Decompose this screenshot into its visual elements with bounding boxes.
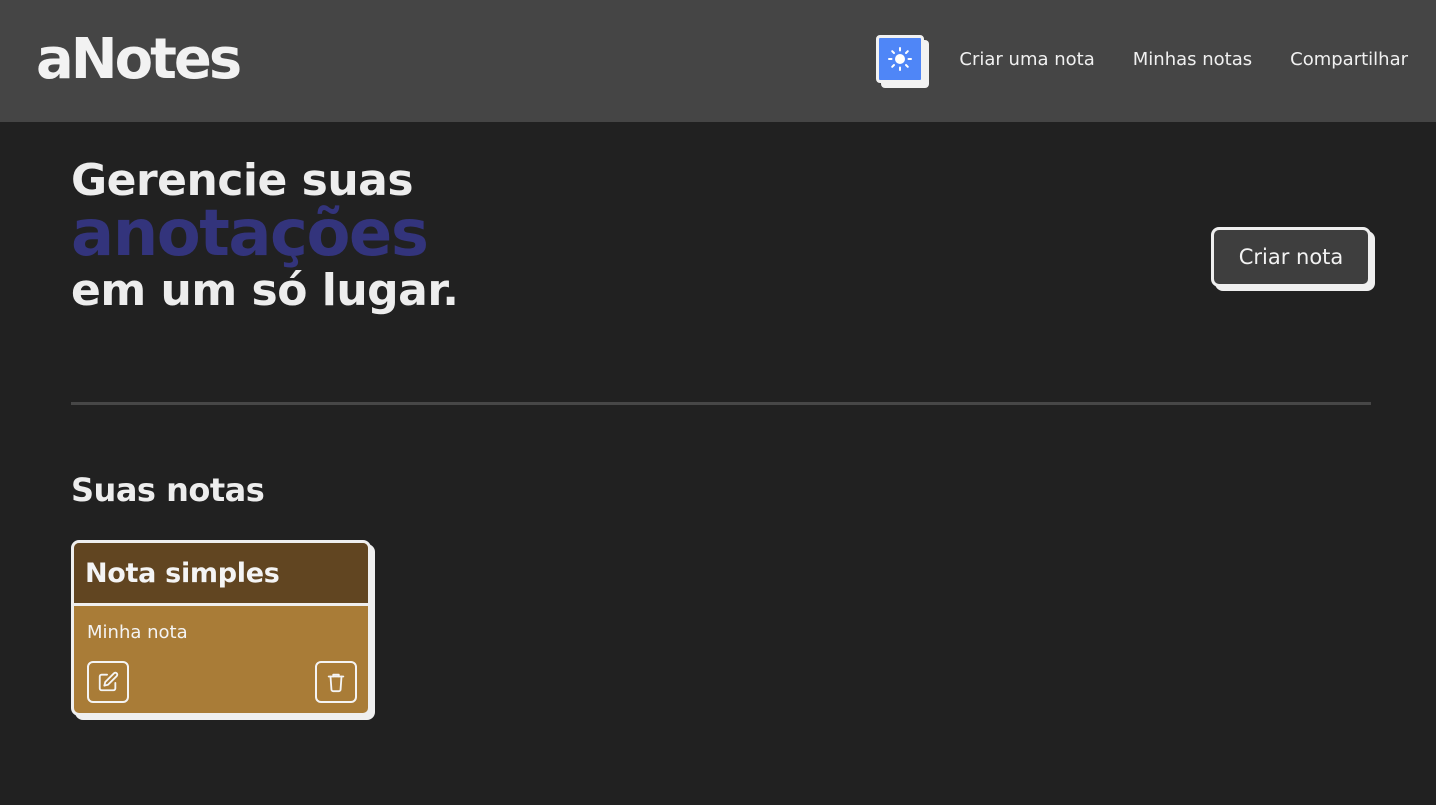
nav-link-minhas-notas[interactable]: Minhas notas <box>1133 49 1252 70</box>
hero-heading: Gerencie suas anotações em um só lugar. <box>71 152 459 320</box>
nav-link-criar-nota[interactable]: Criar uma nota <box>959 49 1094 70</box>
nav-link-compartilhar[interactable]: Compartilhar <box>1290 49 1408 70</box>
note-text: Minha nota <box>87 622 188 643</box>
edit-note-button[interactable] <box>87 661 129 703</box>
sun-icon <box>888 47 912 71</box>
delete-note-button[interactable] <box>315 661 357 703</box>
hero-line-3: em um só lugar. <box>71 265 459 316</box>
create-note-button[interactable]: Criar nota <box>1211 227 1371 287</box>
note-card[interactable]: Nota simples Minha nota <box>71 540 371 716</box>
theme-toggle-button[interactable] <box>876 35 924 83</box>
section-divider <box>71 402 1371 405</box>
note-card-body: Minha nota <box>74 606 368 713</box>
note-title: Nota simples <box>85 558 280 589</box>
top-header: aNotes Criar uma nota Minhas notas Compa… <box>0 0 1436 122</box>
main-nav: Criar uma nota Minhas notas Compartilhar <box>959 44 1408 74</box>
hero-accent-word: anotações <box>71 197 429 271</box>
note-card-header: Nota simples <box>74 543 368 606</box>
edit-icon <box>98 671 119 692</box>
notes-section-title: Suas notas <box>71 471 265 509</box>
trash-icon <box>327 673 345 693</box>
app-logo[interactable]: aNotes <box>36 26 242 94</box>
